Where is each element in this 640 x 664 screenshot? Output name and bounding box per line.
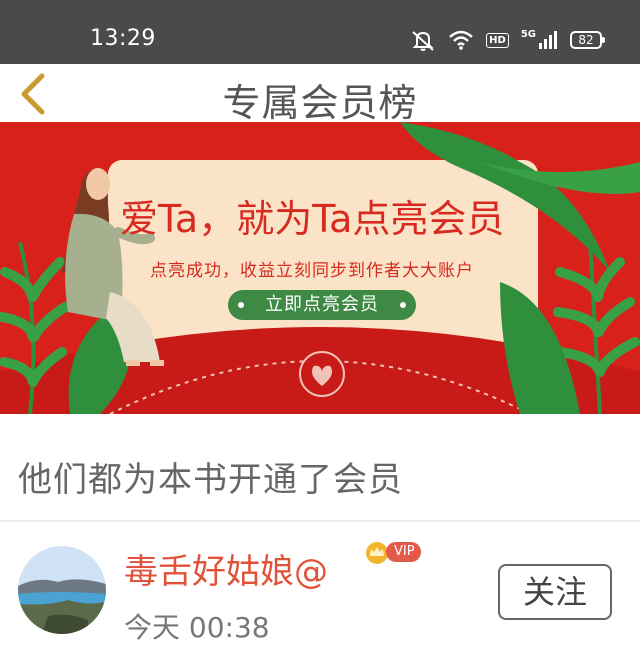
hd-icon: HD: [486, 32, 509, 48]
avatar[interactable]: [18, 546, 106, 634]
page-title: 专属会员榜: [222, 81, 418, 125]
list-item[interactable]: 毒舌好姑娘@ VIP 今天 00:38 关注: [0, 522, 640, 664]
member-time: 今天 00:38: [124, 611, 270, 644]
section-heading: 他们都为本书开通了会员: [18, 460, 403, 500]
banner-subtitle: 点亮成功，收益立刻同步到作者大大账户: [150, 261, 474, 281]
status-time: 13:29: [90, 26, 156, 51]
membership-banner[interactable]: 爱Ta，就为Ta点亮会员 点亮成功，收益立刻同步到作者大大账户 立即点亮会员: [0, 122, 640, 414]
follow-button[interactable]: 关注: [498, 564, 612, 620]
battery-icon: 82: [570, 31, 605, 49]
banner-headline: 爱Ta，就为Ta点亮会员: [120, 197, 505, 241]
app-header: 专属会员榜: [0, 64, 640, 125]
vip-badge: VIP: [364, 540, 421, 564]
status-icons: HD 5G 82: [410, 26, 605, 54]
mute-icon: [410, 29, 436, 51]
signal-5g-icon: 5G: [521, 30, 558, 50]
status-bar: 13:29 HD 5G 82: [0, 0, 640, 64]
vip-label: VIP: [386, 542, 421, 562]
wifi-icon: [448, 30, 474, 50]
light-up-membership-button[interactable]: 立即点亮会员: [228, 290, 416, 320]
member-name: 毒舌好姑娘@: [124, 552, 328, 592]
